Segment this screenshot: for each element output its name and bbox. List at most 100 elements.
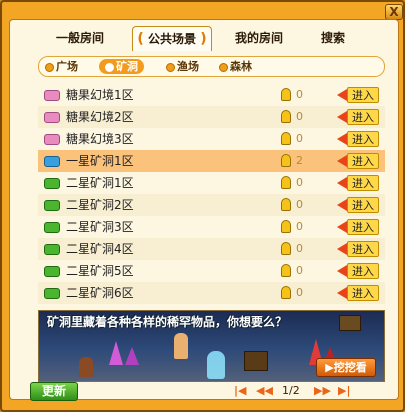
dot-icon xyxy=(166,62,175,72)
list-item[interactable]: 二星矿洞3区 0 进入 xyxy=(38,216,385,238)
list-item[interactable]: 二星矿洞4区 0 进入 xyxy=(38,238,385,260)
ghost-character-icon xyxy=(207,351,225,379)
bulb-icon xyxy=(281,264,291,277)
close-button[interactable]: X xyxy=(385,4,403,20)
enter-button[interactable]: 进入 xyxy=(337,131,381,147)
tab-my-room[interactable]: 我的房间 xyxy=(228,26,290,50)
enter-button[interactable]: 进入 xyxy=(337,175,381,191)
list-item[interactable]: 糖果幻境2区 0 进入 xyxy=(38,106,385,128)
player-count: 0 xyxy=(296,176,303,189)
arrow-left-icon xyxy=(337,199,347,211)
treasure-chest-icon xyxy=(339,315,361,331)
player-count: 0 xyxy=(296,110,303,123)
enter-button[interactable]: 进入 xyxy=(337,87,381,103)
room-list: 糖果幻境1区 0 进入 糖果幻境2区 0 进入 糖果幻境3区 0 进入 一星矿洞1区 2 进入 … xyxy=(38,84,385,304)
room-panel: 一般房间 ( 公共场景 ) 我的房间 搜索 广场 矿洞 渔场 森林 糖果幻境1区… xyxy=(9,19,399,400)
character-icon xyxy=(174,333,188,359)
dot-icon xyxy=(45,62,54,72)
enter-button[interactable]: 进入 xyxy=(337,197,381,213)
list-item[interactable]: 二星矿洞5区 0 进入 xyxy=(38,260,385,282)
enter-label: 进入 xyxy=(347,219,379,235)
enter-label: 进入 xyxy=(347,153,379,169)
dig-button-label: 挖挖看 xyxy=(333,361,367,374)
bulb-icon xyxy=(281,198,291,211)
player-count: 0 xyxy=(296,264,303,277)
next-page-icon[interactable]: ▶▶ xyxy=(314,384,331,397)
crystal-icon xyxy=(109,341,123,365)
page-indicator: 1/2 xyxy=(282,384,300,397)
enter-label: 进入 xyxy=(347,197,379,213)
enter-label: 进入 xyxy=(347,263,379,279)
subtab-label: 渔场 xyxy=(177,60,199,73)
enter-label: 进入 xyxy=(347,87,379,103)
room-name: 二星矿洞4区 xyxy=(66,242,134,256)
green-ticket-icon xyxy=(44,244,60,255)
dot-icon xyxy=(219,62,228,72)
list-item[interactable]: 糖果幻境1区 0 进入 xyxy=(38,84,385,106)
arrow-left-icon xyxy=(337,133,347,145)
last-page-icon[interactable]: ▶| xyxy=(338,384,350,397)
green-ticket-icon xyxy=(44,288,60,299)
enter-button[interactable]: 进入 xyxy=(337,285,381,301)
bulb-icon xyxy=(281,110,291,123)
scene-sub-tabs: 广场 矿洞 渔场 森林 xyxy=(38,56,385,77)
bracket-right-icon: ) xyxy=(200,31,207,47)
room-name: 糖果幻境3区 xyxy=(66,132,134,146)
green-ticket-icon xyxy=(44,178,60,189)
bulb-icon xyxy=(281,242,291,255)
player-count: 0 xyxy=(296,198,303,211)
player-count: 0 xyxy=(296,132,303,145)
prev-page-icon[interactable]: ◀◀ xyxy=(256,384,273,397)
crystal-icon xyxy=(125,347,139,365)
arrow-left-icon xyxy=(337,221,347,233)
list-item[interactable]: 二星矿洞2区 0 进入 xyxy=(38,194,385,216)
subtab-plaza[interactable]: 广场 xyxy=(45,59,78,74)
tab-label: 公共场景 xyxy=(147,32,196,46)
bulb-icon xyxy=(281,176,291,189)
room-name: 二星矿洞5区 xyxy=(66,264,134,278)
enter-label: 进入 xyxy=(347,131,379,147)
green-ticket-icon xyxy=(44,222,60,233)
room-name: 糖果幻境2区 xyxy=(66,110,134,124)
bulb-icon xyxy=(281,286,291,299)
bulb-icon xyxy=(281,132,291,145)
subtab-forest[interactable]: 森林 xyxy=(219,59,252,74)
arrow-left-icon xyxy=(337,111,347,123)
first-page-icon[interactable]: |◀ xyxy=(234,384,246,397)
dig-button[interactable]: ▶挖挖看 xyxy=(316,358,376,377)
character-icon xyxy=(79,357,93,377)
enter-label: 进入 xyxy=(347,285,379,301)
enter-button[interactable]: 进入 xyxy=(337,153,381,169)
arrow-left-icon xyxy=(337,177,347,189)
enter-button[interactable]: 进入 xyxy=(337,241,381,257)
room-name: 一星矿洞1区 xyxy=(66,154,134,168)
enter-button[interactable]: 进入 xyxy=(337,109,381,125)
enter-button[interactable]: 进入 xyxy=(337,219,381,235)
tab-general-rooms[interactable]: 一般房间 xyxy=(50,26,110,50)
subtab-fishery[interactable]: 渔场 xyxy=(166,59,199,74)
tab-public-scenes[interactable]: ( 公共场景 ) xyxy=(132,26,212,51)
list-item[interactable]: 一星矿洞1区 2 进入 xyxy=(38,150,385,172)
treasure-chest-icon xyxy=(244,351,268,371)
subtab-mine[interactable]: 矿洞 xyxy=(99,59,144,74)
green-ticket-icon xyxy=(44,200,60,211)
list-item[interactable]: 二星矿洞6区 0 进入 xyxy=(38,282,385,304)
room-name: 二星矿洞2区 xyxy=(66,198,134,212)
candy-icon xyxy=(44,134,60,145)
enter-button[interactable]: 进入 xyxy=(337,263,381,279)
player-count: 0 xyxy=(296,88,303,101)
refresh-button[interactable]: 更新 xyxy=(30,382,78,401)
list-item[interactable]: 二星矿洞1区 0 进入 xyxy=(38,172,385,194)
dot-icon xyxy=(105,62,114,72)
candy-icon xyxy=(44,112,60,123)
enter-label: 进入 xyxy=(347,109,379,125)
list-item[interactable]: 糖果幻境3区 0 进入 xyxy=(38,128,385,150)
room-browser-window: X 一般房间 ( 公共场景 ) 我的房间 搜索 广场 矿洞 渔场 森林 糖果幻境… xyxy=(0,0,405,412)
tab-search[interactable]: 搜索 xyxy=(315,26,351,50)
subtab-label: 广场 xyxy=(56,60,78,73)
subtab-label: 矿洞 xyxy=(116,60,138,73)
enter-label: 进入 xyxy=(347,175,379,191)
blue-gem-icon xyxy=(44,156,60,167)
arrow-left-icon xyxy=(337,155,347,167)
room-name: 二星矿洞1区 xyxy=(66,176,134,190)
